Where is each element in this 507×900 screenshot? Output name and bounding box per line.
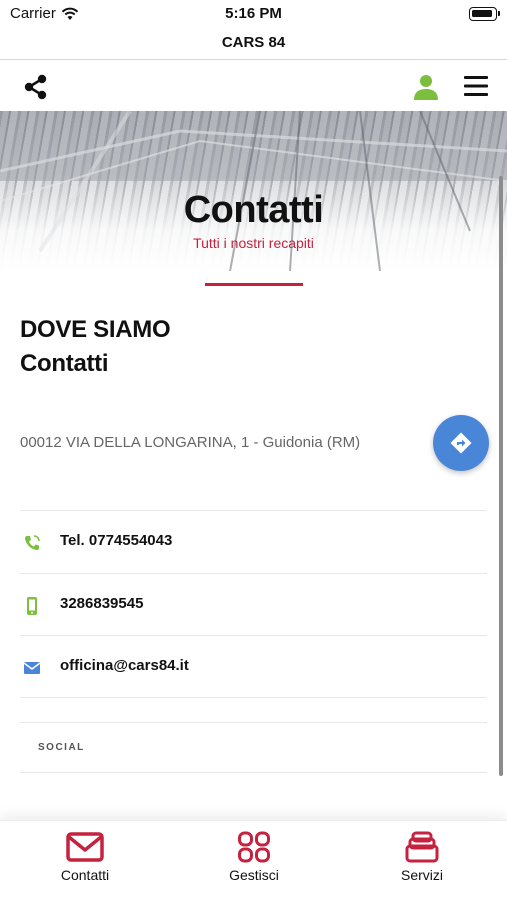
hero-banner: Contatti Tutti i nostri recapiti (0, 111, 507, 271)
battery-icon (469, 7, 500, 21)
page-subtitle: Tutti i nostri recapiti (193, 235, 314, 251)
menu-icon[interactable] (463, 75, 489, 97)
phone-icon (25, 535, 40, 550)
divider (20, 722, 487, 723)
directions-button[interactable] (433, 415, 489, 471)
contact-row-phone[interactable]: Tel. 0774554043 (20, 510, 487, 572)
app-title: CARS 84 (0, 28, 507, 60)
tab-label: Gestisci (229, 867, 279, 883)
envelope-icon (66, 832, 104, 862)
directions-icon (450, 432, 472, 454)
share-icon[interactable] (22, 73, 50, 101)
mobile-icon (27, 597, 37, 615)
status-bar: Carrier 5:16 PM (0, 0, 507, 28)
divider (20, 772, 487, 773)
address-text: 00012 VIA DELLA LONGARINA, 1 - Guidonia … (20, 434, 361, 451)
tab-label: Contatti (60, 867, 110, 883)
divider (20, 697, 487, 698)
tab-servizi[interactable]: Servizi (362, 831, 482, 893)
page-title: Contatti (183, 189, 324, 231)
status-time: 5:16 PM (225, 5, 282, 22)
contact-text: Tel. 0774554043 (60, 532, 173, 549)
user-icon[interactable] (412, 73, 440, 101)
mail-icon (23, 662, 41, 674)
section-heading-line1: DOVE SIAMO (20, 316, 171, 343)
title-divider (205, 283, 303, 286)
tab-label: Servizi (400, 867, 443, 883)
social-section-label: SOCIAL (38, 742, 85, 753)
tab-gestisci[interactable]: Gestisci (194, 831, 314, 893)
contact-text: officina@cars84.it (60, 657, 189, 674)
contact-text: 3286839545 (60, 595, 144, 612)
toolbar (0, 61, 507, 111)
section-heading: DOVE SIAMO Contatti (20, 313, 171, 381)
grid-icon (238, 831, 270, 863)
contact-row-email[interactable]: officina@cars84.it (20, 635, 487, 697)
tab-bar: Contatti Gestisci Servizi (0, 820, 507, 900)
contact-row-mobile[interactable]: 3286839545 (20, 573, 487, 635)
stack-icon (405, 831, 439, 863)
tab-contatti[interactable]: Contatti (25, 831, 145, 893)
section-heading-line2: Contatti (20, 350, 109, 377)
scrollbar[interactable] (499, 176, 503, 776)
